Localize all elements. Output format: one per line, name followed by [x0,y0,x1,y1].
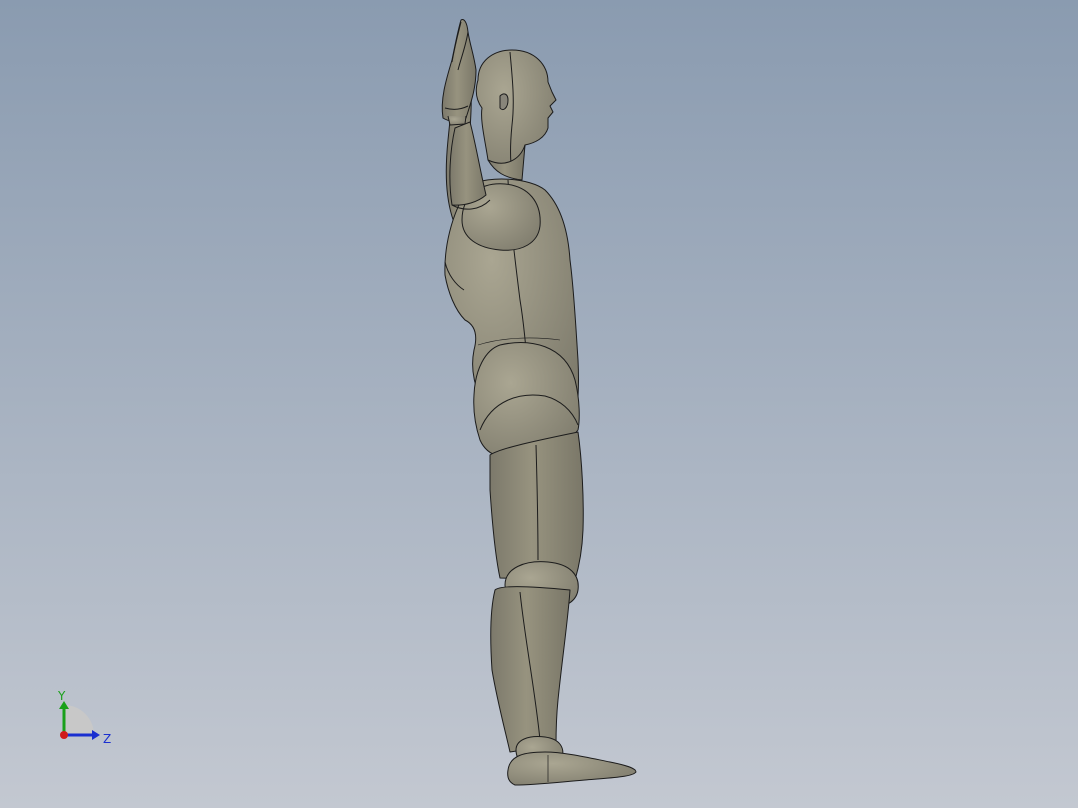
3d-viewport[interactable]: Y Z [0,0,1078,808]
model-scene[interactable] [0,0,1078,808]
coordinate-triad [59,701,100,740]
y-axis-label: Y [58,689,66,703]
x-axis-icon [60,731,68,739]
z-axis-label: Z [103,732,112,746]
triad-arc-icon [64,705,94,735]
